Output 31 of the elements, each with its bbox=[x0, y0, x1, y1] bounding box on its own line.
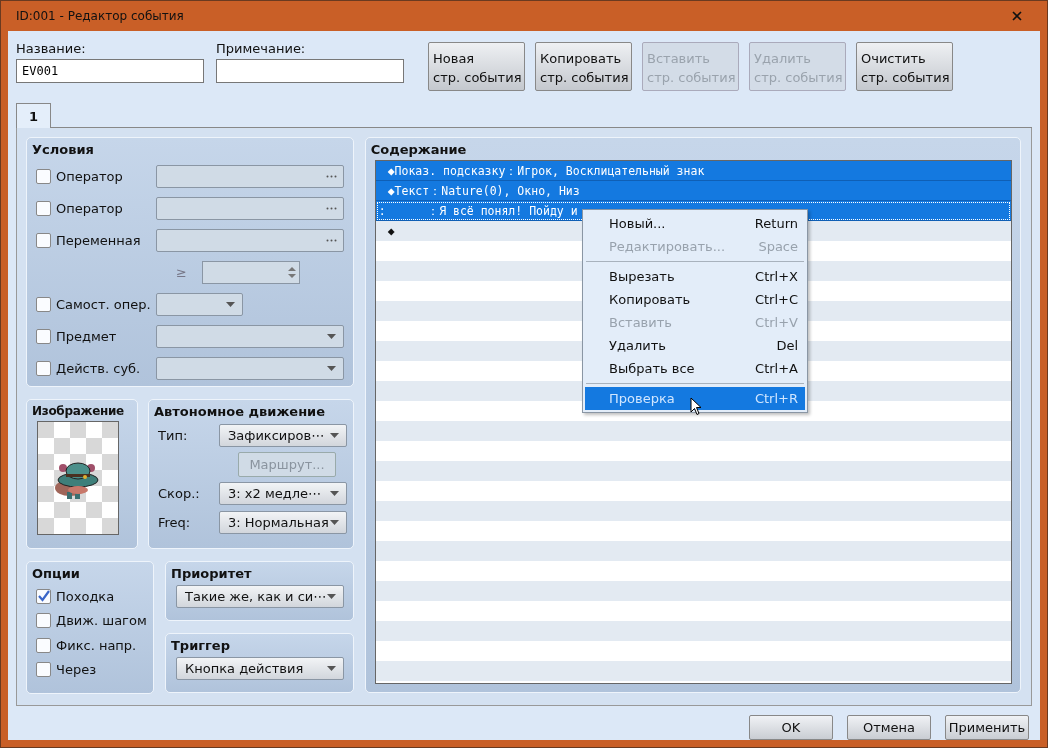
checkbox-label: Оператор bbox=[56, 168, 123, 184]
checkbox-label: Фикс. напр. bbox=[56, 637, 137, 653]
checkbox-label: Действ. суб. bbox=[56, 360, 141, 376]
field-label: Примечание: bbox=[216, 41, 307, 56]
field-label: Скор.: bbox=[157, 486, 201, 501]
checkbox-label: Движ. шагом bbox=[56, 613, 147, 629]
panel-title: Опции bbox=[32, 566, 81, 581]
checkbox-label: Оператор bbox=[56, 200, 123, 216]
panel-title: Триггер bbox=[171, 638, 231, 653]
field-label: Название: bbox=[16, 41, 87, 56]
panel-title: Приоритет bbox=[171, 566, 253, 581]
panel-title: Автономное движение bbox=[154, 404, 327, 419]
panel-title: Изображение bbox=[32, 404, 125, 418]
panel-title: Содержание bbox=[370, 142, 468, 157]
command-marker: ◆ bbox=[387, 164, 395, 178]
window-title: ID:001 - Редактор события bbox=[15, 9, 184, 23]
command-text: Текст：Nature(0), Окно, Низ bbox=[394, 184, 580, 198]
field-label: Freq: bbox=[157, 515, 192, 530]
command-text: ：Я всё понял! Пойду и bbox=[426, 204, 578, 218]
comparison-sign: ≥ bbox=[176, 264, 188, 280]
field-label: Тип: bbox=[157, 428, 189, 443]
checkbox-label: Походка bbox=[56, 588, 115, 604]
command-marker: ◆ bbox=[387, 224, 395, 238]
command-text: Показ. подсказку：Игрок, Восклицательный знак bbox=[394, 164, 705, 178]
panel-title: Условия bbox=[32, 142, 95, 157]
command-marker: ◆ bbox=[387, 184, 395, 198]
checkbox-label: Предмет bbox=[56, 328, 117, 344]
checkbox-label: Переменная bbox=[56, 232, 141, 248]
command-marker: : bbox=[378, 204, 386, 218]
checkbox-label: Через bbox=[56, 662, 97, 678]
checkbox-label: Самост. опер. bbox=[56, 296, 151, 312]
